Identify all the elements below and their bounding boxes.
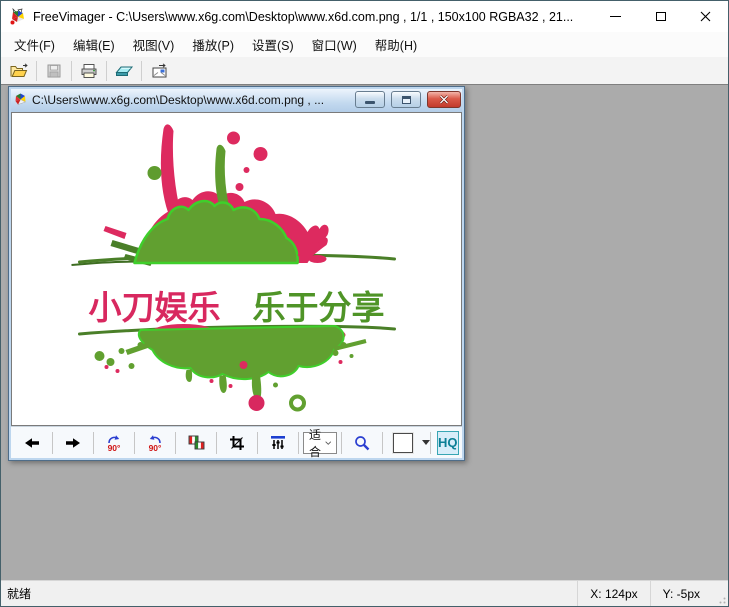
toolbar-separator	[341, 432, 342, 454]
background-color-button[interactable]	[387, 430, 419, 456]
previous-image-button[interactable]	[16, 430, 48, 456]
scan-button[interactable]	[110, 59, 138, 82]
image-window-icon	[13, 92, 28, 107]
save-floppy-icon	[46, 63, 62, 79]
magnifier-icon	[354, 435, 370, 451]
arrow-left-icon	[24, 437, 40, 449]
close-button[interactable]	[683, 1, 728, 32]
printer-icon	[80, 63, 98, 79]
status-text: 就绪	[1, 581, 577, 606]
levels-button[interactable]	[262, 430, 294, 456]
cursor-y-cell: Y: -5px	[650, 581, 712, 606]
menu-window[interactable]: 窗口(W)	[303, 32, 366, 57]
minimize-button[interactable]	[593, 1, 638, 32]
image-window: C:\Users\www.x6g.com\Desktop\www.x6d.com…	[8, 86, 465, 461]
close-icon	[439, 95, 449, 104]
app-window: FreeVimager - C:\Users\www.x6g.com\Deskt…	[0, 0, 729, 607]
menu-view[interactable]: 视图(V)	[124, 32, 184, 57]
email-button[interactable]	[145, 59, 173, 82]
rotate-cw-label: 90°	[149, 444, 162, 452]
toolbar-separator	[141, 61, 142, 81]
next-image-button[interactable]	[57, 430, 89, 456]
crop-button[interactable]	[221, 430, 253, 456]
toolbar-separator	[106, 61, 107, 81]
image-window-title: C:\Users\www.x6g.com\Desktop\www.x6d.com…	[32, 93, 349, 107]
menu-play[interactable]: 播放(P)	[183, 32, 243, 57]
email-icon	[150, 63, 169, 79]
image-window-restore-button[interactable]	[391, 91, 421, 108]
image-window-minimize-button[interactable]	[355, 91, 385, 108]
background-color-swatch	[393, 433, 413, 453]
mdi-client-area: C:\Users\www.x6g.com\Desktop\www.x6d.com…	[1, 84, 728, 580]
restore-icon	[402, 96, 411, 104]
arrow-right-icon	[65, 437, 81, 449]
menu-help[interactable]: 帮助(H)	[366, 32, 426, 57]
brand-text-green: 乐于分享	[253, 289, 385, 326]
toolbar-separator	[430, 432, 431, 454]
menu-settings[interactable]: 设置(S)	[243, 32, 303, 57]
zoom-mode-value: 适合	[309, 426, 325, 460]
minimize-icon	[610, 16, 621, 17]
scanner-icon	[114, 63, 134, 78]
rotate-cw-button[interactable]: 90°	[139, 430, 171, 456]
toolbar-separator	[175, 432, 176, 454]
resize-grip[interactable]	[712, 581, 728, 606]
menubar: 文件(F) 编辑(E) 视图(V) 播放(P) 设置(S) 窗口(W) 帮助(H…	[1, 32, 728, 57]
open-folder-icon	[9, 63, 29, 79]
image-window-titlebar[interactable]: C:\Users\www.x6g.com\Desktop\www.x6d.com…	[11, 89, 462, 112]
freevimager-logo-icon	[9, 8, 27, 26]
toolbar-separator	[93, 432, 94, 454]
open-button[interactable]	[5, 59, 33, 82]
hq-label: HQ	[438, 435, 458, 450]
image-window-close-button[interactable]	[427, 91, 461, 108]
minimize-icon	[365, 101, 375, 104]
image-canvas: 小刀娱乐 乐于分享	[11, 112, 462, 426]
main-toolbar	[1, 57, 728, 84]
toolbar-separator	[382, 432, 383, 454]
color-adjust-icon	[188, 435, 205, 450]
titlebar: FreeVimager - C:\Users\www.x6g.com\Deskt…	[1, 1, 728, 32]
window-title: FreeVimager - C:\Users\www.x6g.com\Deskt…	[33, 10, 593, 24]
zoom-mode-select[interactable]: 适合	[303, 432, 337, 454]
resize-grip-icon	[716, 594, 726, 604]
magnifier-button[interactable]	[346, 430, 378, 456]
maximize-icon	[656, 12, 666, 21]
toolbar-separator	[216, 432, 217, 454]
toolbar-separator	[134, 432, 135, 454]
toolbar-separator	[36, 61, 37, 81]
levels-icon	[270, 435, 286, 450]
adjust-colors-button[interactable]	[180, 430, 212, 456]
print-button[interactable]	[75, 59, 103, 82]
toolbar-separator	[52, 432, 53, 454]
toolbar-separator	[257, 432, 258, 454]
chevron-down-icon	[325, 440, 331, 446]
maximize-button[interactable]	[638, 1, 683, 32]
toolbar-separator	[71, 61, 72, 81]
image-toolbar: 90° 90°	[11, 426, 462, 458]
crop-icon	[229, 435, 245, 451]
splash-image: 小刀娱乐 乐于分享	[12, 113, 461, 425]
toolbar-separator	[298, 432, 299, 454]
rotate-ccw-label: 90°	[108, 444, 121, 452]
rotate-ccw-icon	[106, 434, 122, 444]
hq-toggle-button[interactable]: HQ	[437, 431, 459, 455]
rotate-cw-icon	[147, 434, 163, 444]
statusbar: 就绪 X: 124px Y: -5px	[1, 580, 728, 606]
rotate-ccw-button[interactable]: 90°	[98, 430, 130, 456]
menu-file[interactable]: 文件(F)	[5, 32, 64, 57]
cursor-x-cell: X: 124px	[577, 581, 649, 606]
brand-text-red: 小刀娱乐	[89, 289, 221, 326]
close-icon	[700, 11, 711, 22]
save-button[interactable]	[40, 59, 68, 82]
background-color-caret[interactable]	[422, 440, 430, 445]
window-controls	[593, 1, 728, 32]
menu-edit[interactable]: 编辑(E)	[64, 32, 124, 57]
